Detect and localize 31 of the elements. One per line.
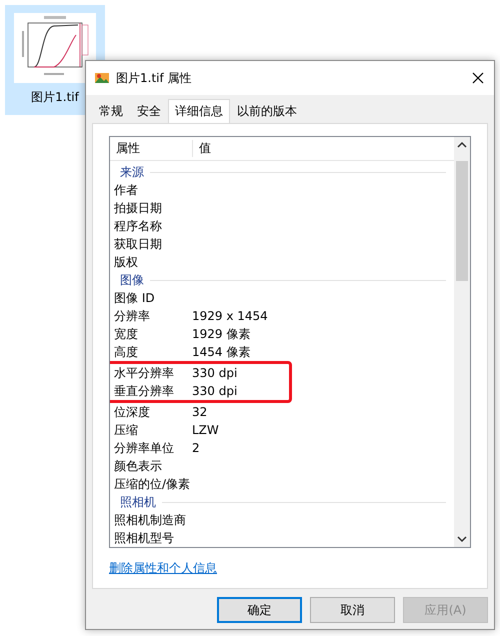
property-name: 压缩 [114,422,139,438]
group-heading: 照相机 [120,494,156,510]
property-name: 作者 [114,182,139,198]
property-value: LZW [192,423,219,437]
property-name: 获取日期 [114,236,163,252]
property-name: 颜色表示 [114,458,163,474]
file-name: 图片1.tif [31,89,79,106]
window-title: 图片1.tif 属性 [116,70,193,86]
property-value: 1454 像素 [192,344,250,360]
property-name: 分辨率 [114,308,151,324]
property-name: 宽度 [114,326,139,342]
group-heading: 图像 [120,272,144,288]
property-value: 2 [192,441,200,455]
property-value: 330 dpi [192,366,238,380]
property-name: 拍摄日期 [114,200,163,216]
property-name: 版权 [114,254,139,270]
group-heading: 来源 [120,164,144,180]
property-name: 水平分辨率 [114,364,175,382]
property-value: 1929 x 1454 [192,309,268,323]
property-name: 照相机制造商 [114,512,187,528]
property-name: 压缩的位/像素 [114,476,192,492]
property-value: 32 [192,405,208,419]
property-name: 高度 [114,344,139,360]
property-name: 程序名称 [114,218,163,234]
property-value: 330 dpi [192,384,238,398]
property-name: 图像 ID [114,290,156,306]
property-value: 1929 像素 [192,326,250,342]
property-name: 分辨率单位 [114,440,175,456]
property-name: 位深度 [114,404,151,420]
property-name: 照相机型号 [114,530,175,546]
property-name: 垂直分辨率 [114,382,175,400]
